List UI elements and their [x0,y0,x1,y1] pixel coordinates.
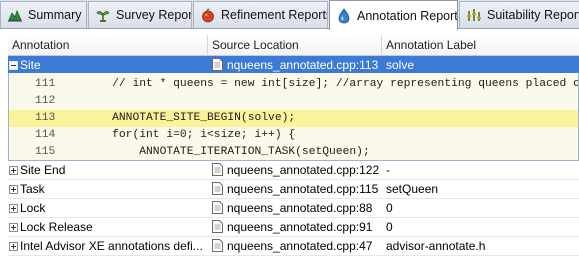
code-line: 115 ANNOTATE_ITERATION_TASK(setQueen); [9,144,578,160]
tab-refinement-reports[interactable]: Refinement Reports [193,1,328,28]
source-file-icon [212,58,223,71]
collapse-toggle-icon[interactable] [9,61,18,70]
table-row[interactable]: Site End nqueens_annotated.cpp:122 - [8,161,579,180]
source-file-icon [212,182,223,195]
expand-toggle-icon[interactable] [9,223,18,232]
column-header-annotation[interactable]: Annotation [8,35,208,56]
tab-label: Survey Report [116,8,192,22]
source-file-icon [212,163,223,176]
expand-toggle-icon[interactable] [9,166,18,175]
refinement-icon [200,7,216,23]
table-row[interactable]: Lock Release nqueens_annotated.cpp:91 0 [8,218,579,237]
source-file-icon [212,220,223,233]
expand-toggle-icon[interactable] [9,185,18,194]
table-row[interactable]: Task nqueens_annotated.cpp:115 setQueen [8,180,579,199]
table-row[interactable]: Lock nqueens_annotated.cpp:88 0 [8,199,579,218]
tab-suitability-report[interactable]: Suitability Report [459,1,579,28]
source-file-icon [212,201,223,214]
source-location-link[interactable]: nqueens_annotated.cpp:113 [227,58,378,72]
annotation-name: Intel Advisor XE annotations defi... [20,239,203,253]
annotation-name: Site End [20,163,66,177]
line-number: 113 [35,112,56,124]
source-location-link[interactable]: nqueens_annotated.cpp:122 [227,163,379,177]
annotation-label: 0 [386,220,393,234]
column-header-source-location[interactable]: Source Location [208,35,382,56]
code-line: 114 for(int i=0; i<size; i++) { [9,127,578,144]
code-text: ANNOTATE_ITERATION_TASK(setQueen); [85,146,370,158]
code-line: 112 [9,93,578,110]
report-tab-bar: Summary Survey Report Refinement Reports… [0,0,579,30]
code-text: // int * queens = new int[size]; //array… [85,78,579,90]
line-number: 115 [35,146,56,158]
annotation-name: Task [20,182,45,196]
expand-toggle-icon[interactable] [9,242,18,251]
tab-label: Summary [28,8,82,22]
droplet-icon [336,7,352,24]
code-line: 111 // int * queens = new int[size]; //a… [9,76,579,93]
annotation-name: Lock [20,201,46,215]
annotation-label: setQueen [386,182,439,196]
annotation-label: advisor-annotate.h [386,239,486,253]
source-location-link[interactable]: nqueens_annotated.cpp:88 [227,201,372,215]
annotation-name: Site [20,58,41,72]
annotation-name: Lock Release [20,220,93,234]
tab-label: Annotation Report [357,8,458,23]
annotation-label: - [386,163,390,177]
source-file-icon [212,239,223,252]
code-text: ANNOTATE_SITE_BEGIN(solve); [85,112,296,124]
source-location-link[interactable]: nqueens_annotated.cpp:115 [227,182,378,196]
line-number: 111 [35,78,56,90]
annotation-label: 0 [386,201,393,215]
tab-label: Suitability Report [487,8,579,22]
line-number: 112 [35,95,56,107]
tab-annotation-report[interactable]: Annotation Report [329,0,458,30]
expand-toggle-icon[interactable] [9,204,18,213]
source-location-link[interactable]: nqueens_annotated.cpp:47 [227,239,372,253]
source-location-link[interactable]: nqueens_annotated.cpp:91 [227,220,372,234]
line-number: 114 [35,129,56,141]
survey-icon [95,7,111,23]
tab-survey-report[interactable]: Survey Report [88,1,192,28]
code-text: for(int i=0; i<size; i++) { [85,129,296,141]
table-row[interactable]: Intel Advisor XE annotations defi... nqu… [8,237,579,256]
source-code-preview: 111 // int * queens = new int[size]; //a… [8,73,579,161]
column-header-annotation-label[interactable]: Annotation Label [382,35,579,56]
summary-icon [7,7,23,23]
tab-label: Refinement Reports [221,8,328,22]
tab-summary[interactable]: Summary [0,1,87,28]
grid-header: Annotation Source Location Annotation La… [8,35,579,56]
code-line-highlighted: 113 ANNOTATE_SITE_BEGIN(solve); [9,110,578,127]
suitability-icon [466,7,482,23]
